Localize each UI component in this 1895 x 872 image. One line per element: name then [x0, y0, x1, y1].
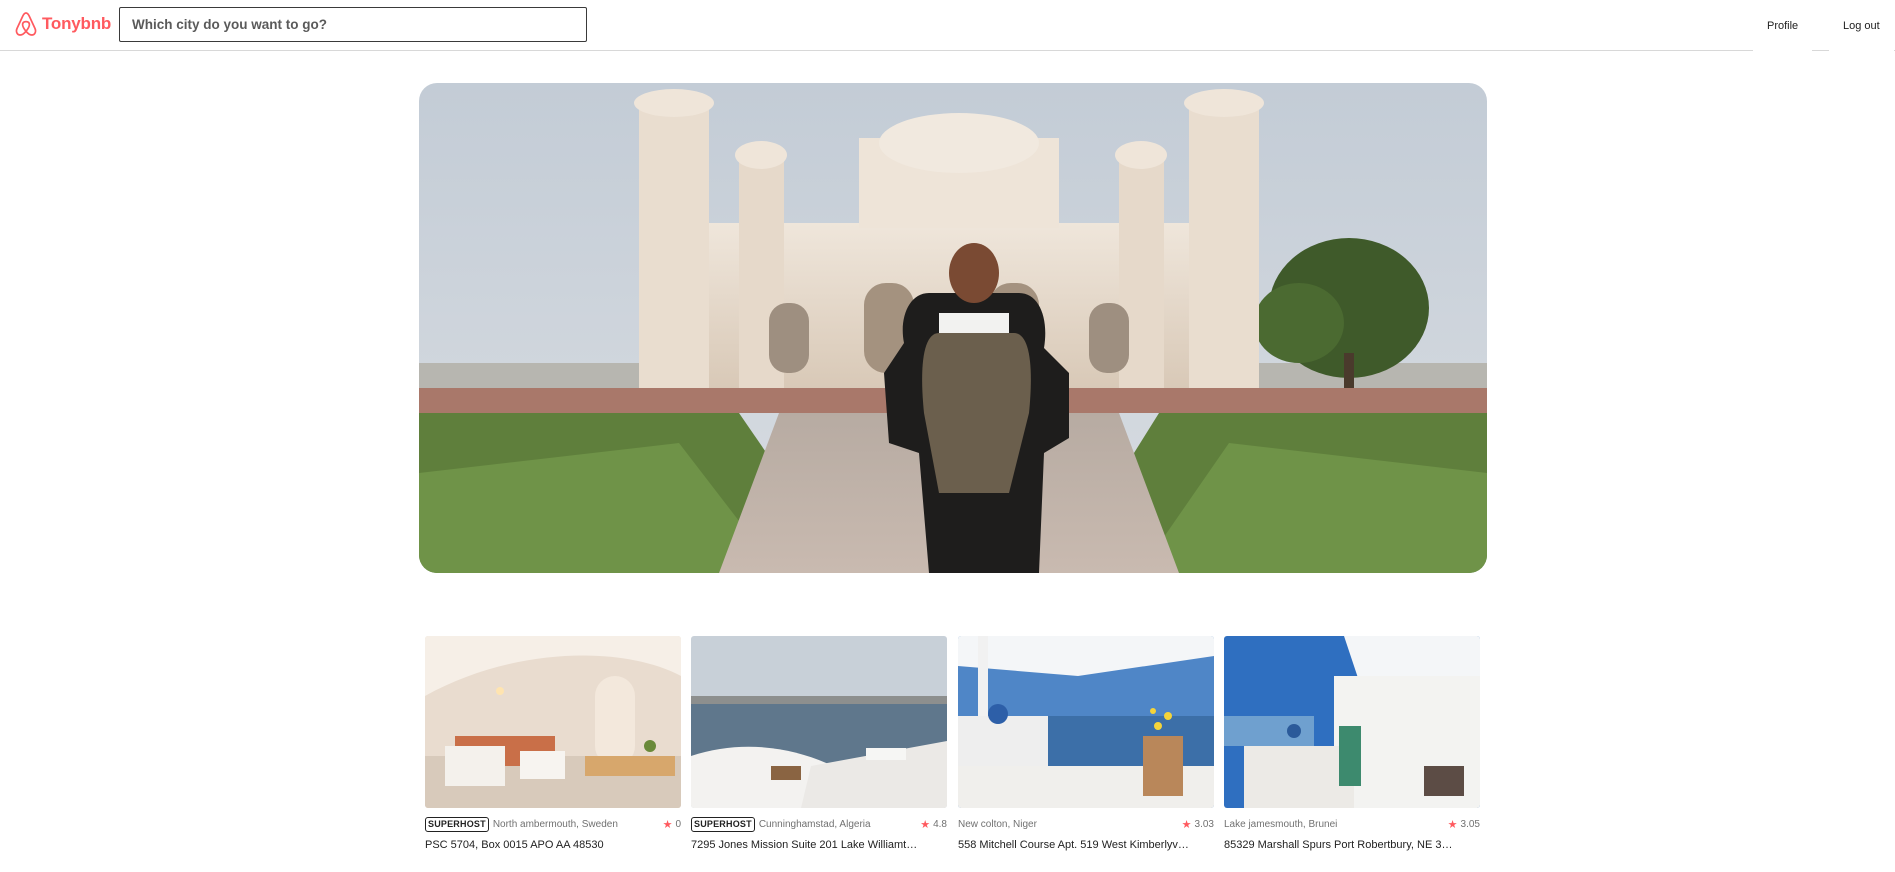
rating-value: 4.8: [933, 819, 947, 830]
rating-value: 3.05: [1460, 819, 1480, 830]
listing-meta: SUPERHOST Cunninghamstad, Algeria ★ 4.8: [691, 815, 947, 833]
listing-photo[interactable]: [1224, 636, 1480, 808]
superhost-badge: SUPERHOST: [691, 816, 755, 832]
listing-rating: ★ 3.03: [1182, 818, 1214, 831]
listing-image: [691, 636, 947, 808]
listing-image: [958, 636, 1214, 808]
listing-rating: ★ 0: [663, 818, 681, 831]
listing-location: New colton, Niger: [958, 818, 1037, 830]
listing-photo[interactable]: [958, 636, 1214, 808]
listing-photo[interactable]: [425, 636, 681, 808]
profile-link[interactable]: Profile: [1753, 0, 1813, 51]
top-navbar: Tonybnb Profile Log out: [0, 0, 1895, 51]
listing-location: North ambermouth, Sweden: [492, 818, 618, 830]
listing-image: [1224, 636, 1480, 808]
listing-address[interactable]: PSC 5704, Box 0015 APO AA 48530: [425, 839, 657, 851]
brand-logo[interactable]: Tonybnb: [14, 11, 111, 37]
rating-value: 0: [675, 819, 681, 830]
star-icon: ★: [920, 819, 931, 831]
listing-card[interactable]: SUPERHOST Cunninghamstad, Algeria ★ 4.8 …: [691, 636, 947, 851]
listing-image: [425, 636, 681, 808]
listing-card[interactable]: SUPERHOST North ambermouth, Sweden ★ 0 P…: [425, 636, 681, 851]
hero-banner: [419, 83, 1487, 573]
rating-value: 3.03: [1194, 819, 1214, 830]
listing-meta: New colton, Niger ★ 3.03: [958, 815, 1214, 833]
star-icon: ★: [662, 819, 673, 831]
listing-address[interactable]: 85329 Marshall Spurs Port Robertbury, NE…: [1224, 839, 1456, 851]
city-search-input[interactable]: [119, 7, 587, 42]
listing-card[interactable]: New colton, Niger ★ 3.03 558 Mitchell Co…: [958, 636, 1214, 851]
listing-location: Lake jamesmouth, Brunei: [1224, 818, 1338, 830]
listing-photo[interactable]: [691, 636, 947, 808]
listing-rating: ★ 3.05: [1448, 818, 1480, 831]
star-icon: ★: [1181, 819, 1192, 831]
listing-address[interactable]: 7295 Jones Mission Suite 201 Lake Willia…: [691, 839, 923, 851]
star-icon: ★: [1447, 819, 1458, 831]
listing-location: Cunninghamstad, Algeria: [758, 818, 871, 830]
airbnb-logo-icon: [15, 12, 37, 36]
listing-meta: SUPERHOST North ambermouth, Sweden ★ 0: [425, 815, 681, 833]
travel-hero-image: [419, 83, 1487, 573]
listing-address[interactable]: 558 Mitchell Course Apt. 519 West Kimber…: [958, 839, 1190, 851]
listing-card[interactable]: Lake jamesmouth, Brunei ★ 3.05 85329 Mar…: [1224, 636, 1480, 851]
superhost-badge: SUPERHOST: [425, 816, 489, 832]
logout-link[interactable]: Log out: [1829, 0, 1894, 51]
listing-meta: Lake jamesmouth, Brunei ★ 3.05: [1224, 815, 1480, 833]
listing-rating: ★ 4.8: [920, 818, 947, 831]
brand-name: Tonybnb: [42, 14, 112, 33]
